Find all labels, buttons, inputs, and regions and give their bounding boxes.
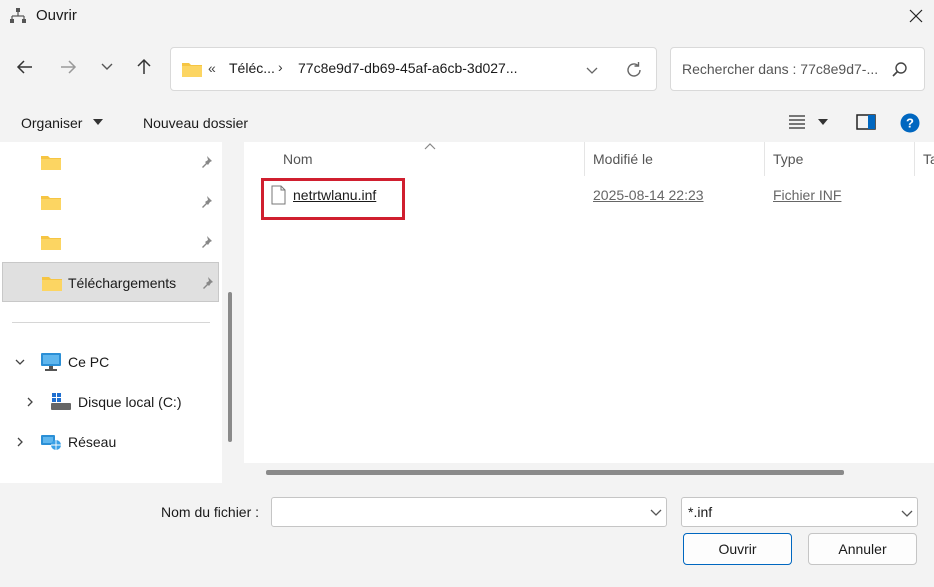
caret-down-icon[interactable] bbox=[818, 119, 828, 126]
breadcrumb-downloads[interactable]: Téléc... bbox=[229, 60, 275, 76]
chevron-down-icon bbox=[901, 510, 913, 517]
pin-icon[interactable] bbox=[200, 235, 214, 249]
open-button[interactable]: Ouvrir bbox=[683, 533, 792, 565]
drive-icon bbox=[51, 393, 71, 410]
pane-splitter[interactable] bbox=[236, 142, 244, 483]
sidebar-item-label: Ce PC bbox=[68, 354, 110, 370]
arrow-right-icon bbox=[61, 60, 77, 74]
window-title: Ouvrir bbox=[36, 7, 77, 24]
file-list: Nom Modifié le Type Ta netrtwlanu.inf 20… bbox=[244, 142, 934, 483]
forward-button[interactable] bbox=[55, 54, 81, 80]
dialog-footer: Nom du fichier : *.inf Ouvrir Annuler bbox=[0, 483, 934, 587]
quick-access-item[interactable] bbox=[0, 182, 220, 222]
file-modified: 2025-08-14 22:23 bbox=[593, 187, 704, 203]
chevron-down-icon[interactable] bbox=[649, 505, 663, 519]
svg-text:?: ? bbox=[906, 116, 914, 131]
navigation-pane: Téléchargements Ce PC Disque local (C:) bbox=[0, 142, 236, 483]
command-bar: Organiser Nouveau dossier ? bbox=[0, 104, 934, 142]
sidebar-item-this-pc[interactable]: Ce PC bbox=[0, 342, 220, 382]
column-header-modified[interactable]: Modifié le bbox=[593, 151, 653, 167]
address-bar[interactable]: « Téléc... › 77c8e9d7-db69-45af-a6cb-3d0… bbox=[170, 47, 657, 91]
pin-icon[interactable] bbox=[200, 155, 214, 169]
horizontal-scroll-thumb[interactable] bbox=[266, 470, 844, 475]
file-type-filter[interactable]: *.inf bbox=[681, 497, 918, 527]
cancel-button[interactable]: Annuler bbox=[808, 533, 917, 565]
search-input[interactable]: Rechercher dans : 77c8e9d7-... bbox=[682, 61, 878, 77]
folder-icon bbox=[182, 63, 202, 77]
search-icon bbox=[892, 62, 907, 77]
up-button[interactable] bbox=[131, 54, 157, 80]
navigation-bar: « Téléc... › 77c8e9d7-db69-45af-a6cb-3d0… bbox=[0, 32, 934, 104]
network-icon bbox=[41, 435, 61, 450]
column-header-size[interactable]: Ta bbox=[923, 151, 934, 167]
folder-icon bbox=[41, 236, 61, 250]
sidebar-item-label: Disque local (C:) bbox=[78, 394, 182, 410]
filename-label: Nom du fichier : bbox=[161, 504, 260, 520]
sidebar-item-downloads[interactable]: Téléchargements bbox=[2, 262, 219, 302]
sidebar-item-label: Réseau bbox=[68, 434, 117, 450]
file-type-filter-value: *.inf bbox=[688, 504, 713, 520]
organize-button[interactable]: Organiser bbox=[21, 115, 82, 131]
address-overflow[interactable]: « bbox=[208, 60, 216, 76]
sidebar-scroll-thumb[interactable] bbox=[228, 292, 232, 442]
preview-pane-icon[interactable] bbox=[856, 114, 876, 130]
chevron-down-icon[interactable] bbox=[14, 356, 26, 368]
close-icon bbox=[909, 9, 923, 23]
search-box[interactable]: Rechercher dans : 77c8e9d7-... bbox=[670, 47, 925, 91]
folder-icon bbox=[42, 277, 62, 291]
file-type: Fichier INF bbox=[773, 187, 842, 203]
sidebar-item-label: Téléchargements bbox=[68, 275, 177, 291]
column-header-name[interactable]: Nom bbox=[283, 151, 313, 167]
column-divider[interactable] bbox=[764, 142, 765, 176]
sidebar-item-network[interactable]: Réseau bbox=[0, 422, 220, 462]
filename-input[interactable] bbox=[271, 497, 667, 527]
monitor-icon bbox=[41, 353, 61, 371]
sort-ascending-icon bbox=[424, 143, 436, 150]
view-options-icon[interactable] bbox=[788, 114, 806, 130]
recent-locations-button[interactable] bbox=[94, 54, 120, 80]
chevron-right-icon[interactable] bbox=[14, 436, 26, 448]
column-header-type[interactable]: Type bbox=[773, 151, 803, 167]
chevron-right-icon[interactable] bbox=[24, 396, 36, 408]
network-app-icon bbox=[10, 8, 26, 23]
chevron-down-icon bbox=[101, 63, 113, 70]
sidebar-item-local-disk[interactable]: Disque local (C:) bbox=[0, 382, 220, 422]
new-folder-button[interactable]: Nouveau dossier bbox=[143, 115, 248, 131]
highlight-annotation bbox=[261, 178, 405, 220]
help-icon[interactable]: ? bbox=[900, 113, 920, 133]
quick-access-item[interactable] bbox=[0, 142, 220, 182]
back-button[interactable] bbox=[12, 54, 38, 80]
column-divider[interactable] bbox=[914, 142, 915, 176]
pin-icon[interactable] bbox=[201, 276, 215, 290]
arrow-left-icon bbox=[16, 60, 32, 74]
pin-icon[interactable] bbox=[200, 195, 214, 209]
caret-down-icon[interactable] bbox=[93, 119, 103, 126]
quick-access-item[interactable] bbox=[0, 222, 220, 262]
chevron-down-icon[interactable] bbox=[583, 61, 601, 79]
folder-icon bbox=[41, 196, 61, 210]
arrow-up-icon bbox=[137, 58, 151, 74]
close-button[interactable] bbox=[902, 4, 930, 28]
sidebar-divider bbox=[12, 322, 210, 323]
folder-icon bbox=[41, 156, 61, 170]
column-divider[interactable] bbox=[584, 142, 585, 176]
breadcrumb-current-folder[interactable]: 77c8e9d7-db69-45af-a6cb-3d027... bbox=[298, 60, 518, 76]
breadcrumb-separator-icon[interactable]: › bbox=[278, 59, 283, 75]
refresh-icon[interactable] bbox=[624, 60, 644, 80]
title-bar: Ouvrir bbox=[0, 0, 934, 32]
